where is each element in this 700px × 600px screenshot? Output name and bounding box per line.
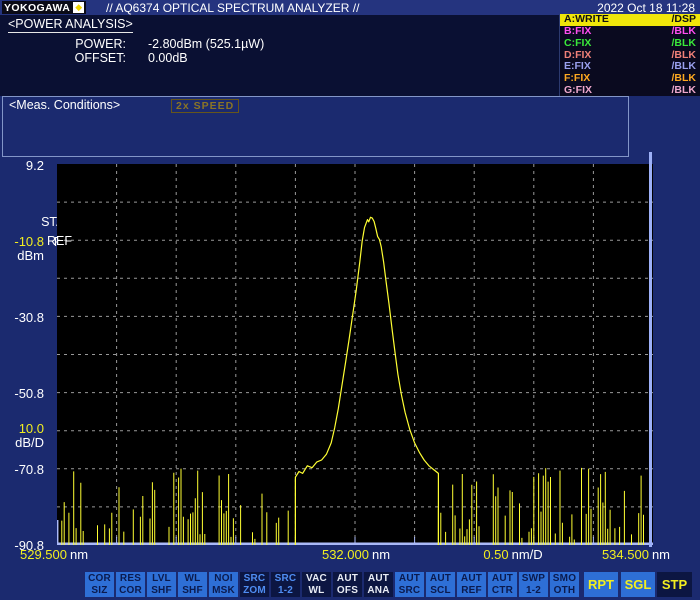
trace-row-e[interactable]: E:FIX/BLK — [560, 61, 700, 73]
meas-conditions-heading: <Meas. Conditions> — [9, 98, 120, 112]
x-scale-per-div: 0.50nm/D — [455, 547, 571, 562]
trace-name: G:FIX — [564, 85, 592, 96]
trace-row-b[interactable]: B:FIX/BLK — [560, 26, 700, 38]
power-row: POWER: -2.80dBm (525.1µW) — [0, 37, 264, 51]
trace-name: A:WRITE — [564, 14, 609, 25]
offset-value: 0.00dB — [148, 51, 188, 65]
trace-display-status: /BLK — [672, 26, 697, 37]
y-scale-unit: dB/D — [0, 435, 44, 450]
page-title: // AQ6374 OPTICAL SPECTRUM ANALYZER // — [106, 1, 359, 15]
trace-display-status: /BLK — [672, 50, 697, 61]
power-analysis-heading: <POWER ANALYSIS> — [8, 17, 133, 33]
trace-display-status: /BLK — [672, 38, 697, 49]
trace-display-status: /BLK — [672, 73, 697, 84]
trace-row-f[interactable]: F:FIX/BLK — [560, 73, 700, 85]
sweep-key-rpt[interactable]: RPT — [584, 572, 618, 597]
y-unit: dBm — [0, 248, 44, 263]
softkey-cor-siz[interactable]: CORSIZ — [85, 572, 114, 597]
ref-marker-label: REF — [47, 234, 72, 248]
softkey-swp-1-2[interactable]: SWP1-2 — [519, 572, 548, 597]
speed-badge: 2x SPEED — [171, 99, 239, 113]
softkey-aut-ctr[interactable]: AUTCTR — [488, 572, 517, 597]
y-tick-30.8: -30.8 — [0, 310, 44, 325]
trace-display-status: /BLK — [672, 61, 697, 72]
softkey-src-zom[interactable]: SRCZOM — [240, 572, 269, 597]
power-label: POWER: — [0, 37, 126, 51]
spectrum-plot — [57, 164, 653, 545]
softkey-res-cor[interactable]: RESCOR — [116, 572, 145, 597]
trace-display-status: /BLK — [672, 85, 697, 96]
y-ref-level: -10.8 — [0, 234, 44, 249]
sweep-key-stp[interactable]: STP — [657, 572, 692, 597]
trace-status-panel: A:WRITE/DSPB:FIX/BLKC:FIX/BLKD:FIX/BLKE:… — [559, 14, 700, 96]
trace-row-a[interactable]: A:WRITE/DSP — [560, 14, 700, 26]
softkey-aut-ofs[interactable]: AUTOFS — [333, 572, 362, 597]
plot-right-scrollbar[interactable] — [649, 152, 652, 547]
softkey-smo-oth[interactable]: SMOOTH — [550, 572, 579, 597]
y-tick-9.2: 9.2 — [0, 158, 44, 173]
softkey-lvl-shf[interactable]: LVLSHF — [147, 572, 176, 597]
trace-name: B:FIX — [564, 26, 591, 37]
softkey-wl-shf[interactable]: WLSHF — [178, 572, 207, 597]
softkey-noi-msk[interactable]: NOIMSK — [209, 572, 238, 597]
offset-row: OFFSET: 0.00dB — [0, 51, 188, 65]
softkey-aut-scl[interactable]: AUTSCL — [426, 572, 455, 597]
trace-row-c[interactable]: C:FIX/BLK — [560, 37, 700, 49]
trace-row-d[interactable]: D:FIX/BLK — [560, 49, 700, 61]
yokogawa-logo: YOKOGAWA ◆ — [2, 1, 86, 14]
y-tick-50.8: -50.8 — [0, 386, 44, 401]
trace-display-status: /DSP — [671, 14, 696, 25]
softkey-aut-ref[interactable]: AUTREF — [457, 572, 486, 597]
x-tick-stop: 534.500nm — [560, 547, 670, 562]
x-tick-center: 532.000nm — [300, 547, 412, 562]
meas-conditions-panel: <Meas. Conditions> 2x SPEED START: 529.5… — [2, 96, 629, 157]
offset-label: OFFSET: — [0, 51, 126, 65]
y-tick-70.8: -70.8 — [0, 462, 44, 477]
trace-name: E:FIX — [564, 61, 591, 72]
power-value: -2.80dBm (525.1µW) — [148, 37, 264, 51]
trace-row-g[interactable]: G:FIX/BLK — [560, 84, 700, 96]
trace-name: C:FIX — [564, 38, 591, 49]
osa-screen: YOKOGAWA ◆ // AQ6374 OPTICAL SPECTRUM AN… — [0, 0, 700, 600]
softkey-aut-ana[interactable]: AUTANA — [364, 572, 393, 597]
softkey-src-1-2[interactable]: SRC1-2 — [271, 572, 300, 597]
x-tick-start: 529.500nm — [20, 547, 88, 562]
y-scale-value: 10.0 — [0, 421, 44, 436]
softkey-aut-src[interactable]: AUTSRC — [395, 572, 424, 597]
softkey-vac-wl[interactable]: VACWL — [302, 572, 331, 597]
trace-name: F:FIX — [564, 73, 590, 84]
brand-name: YOKOGAWA — [4, 2, 70, 14]
yokogawa-diamond-icon: ◆ — [73, 2, 84, 13]
trace-name: D:FIX — [564, 50, 591, 61]
sweep-key-sgl[interactable]: SGL — [621, 572, 655, 597]
